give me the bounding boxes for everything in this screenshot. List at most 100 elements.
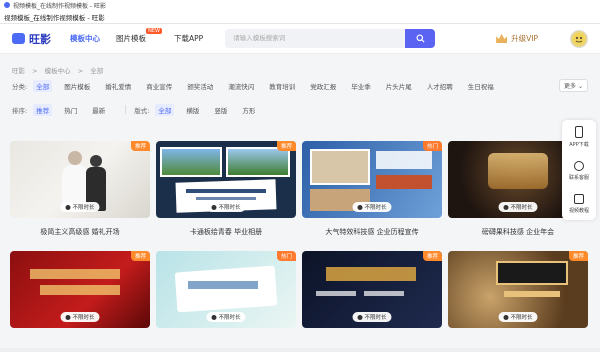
category-option[interactable]: 婚礼爱情 bbox=[102, 80, 134, 92]
top-header: 旺影 模板中心 图片模板 NEW 下载APP 请输入模板搜索词 升级VIP bbox=[0, 24, 600, 54]
user-avatar[interactable] bbox=[570, 29, 588, 48]
more-categories-button[interactable]: 更多 ⌄ bbox=[559, 79, 588, 92]
sort-option[interactable]: 热门 bbox=[61, 104, 80, 116]
divider bbox=[125, 105, 127, 114]
template-thumbnail[interactable]: 推荐 不限时长 bbox=[156, 141, 296, 218]
duration-badge: 不限时长 bbox=[352, 202, 392, 212]
template-card[interactable]: 推荐 不限时长 极简主义高级感 婚礼开场 bbox=[10, 141, 150, 237]
sidebar-item-app-download[interactable]: APP下载 bbox=[569, 126, 589, 148]
template-thumbnail[interactable]: 推荐 不限时长 bbox=[448, 251, 588, 328]
floating-sidebar: APP下载 联系客服 视频教程 bbox=[562, 120, 596, 220]
category-option[interactable]: 党政汇报 bbox=[307, 80, 339, 92]
breadcrumb-home[interactable]: 旺影 bbox=[12, 67, 25, 75]
template-card[interactable]: 推荐 不限时长 卡通板绘青春 毕业相册 bbox=[156, 141, 296, 237]
template-card[interactable]: 推荐 不限时长 bbox=[448, 251, 588, 337]
breadcrumb-sep: > bbox=[77, 67, 84, 75]
template-thumbnail[interactable]: 推荐 不限时长 bbox=[10, 251, 150, 328]
play-icon bbox=[357, 204, 363, 210]
category-option[interactable]: 商业宣传 bbox=[143, 80, 175, 92]
search-button[interactable] bbox=[405, 29, 436, 48]
template-title[interactable]: 大气特效科技感 企业历程宣传 bbox=[302, 227, 442, 237]
style-option[interactable]: 竖版 bbox=[211, 104, 230, 116]
duration-label: 不限时长 bbox=[218, 205, 241, 211]
template-thumbnail[interactable]: 推荐 不限时长 bbox=[10, 141, 150, 218]
duration-label: 不限时长 bbox=[72, 315, 95, 321]
nav-image-template[interactable]: 图片模板 NEW bbox=[116, 28, 162, 44]
nav-download-app[interactable]: 下载APP bbox=[174, 33, 203, 44]
sidebar-item-label: APP下载 bbox=[569, 142, 589, 148]
template-card[interactable]: 热门 不限时长 大气特效科技感 企业历程宣传 bbox=[302, 141, 442, 237]
new-badge: NEW bbox=[146, 28, 162, 34]
sidebar-item-label: 视频教程 bbox=[568, 208, 589, 214]
template-card[interactable]: 推荐 不限时长 bbox=[302, 251, 442, 337]
duration-badge: 不限时长 bbox=[60, 312, 100, 322]
breadcrumb-current: 全部 bbox=[90, 67, 104, 75]
duration-badge: 不限时长 bbox=[206, 202, 246, 212]
play-icon bbox=[65, 314, 71, 320]
category-filter: 分类: 全部 图片模板 婚礼爱情 商业宣传 颁奖活动 潮流快闪 教育培训 党政汇… bbox=[0, 76, 600, 93]
style-label: 版式: bbox=[134, 106, 150, 115]
sort-option[interactable]: 推荐 bbox=[33, 103, 53, 116]
headset-icon bbox=[573, 161, 584, 171]
play-icon bbox=[211, 314, 217, 320]
nav-image-template-label: 图片模板 bbox=[116, 34, 146, 43]
search-input[interactable]: 请输入模板搜索词 bbox=[225, 29, 406, 48]
duration-label: 不限时长 bbox=[510, 315, 533, 321]
search-bar: 请输入模板搜索词 bbox=[225, 29, 436, 48]
style-option[interactable]: 横版 bbox=[183, 104, 202, 116]
category-option[interactable]: 潮流快闪 bbox=[225, 80, 257, 92]
hot-tag: 热门 bbox=[422, 141, 442, 151]
sort-option[interactable]: 最新 bbox=[89, 104, 108, 116]
template-card[interactable]: 热门 不限时长 bbox=[156, 251, 296, 337]
category-option[interactable]: 颁奖活动 bbox=[184, 80, 216, 92]
category-option[interactable]: 毕业季 bbox=[348, 80, 374, 92]
app-logo-icon bbox=[4, 2, 10, 8]
category-option[interactable]: 全部 bbox=[33, 79, 53, 92]
window-title-bar: 视频模板_在线制作视频模板 - 旺影 bbox=[0, 0, 600, 10]
chevron-down-icon: ⌄ bbox=[577, 83, 583, 90]
nav-template-center[interactable]: 模板中心 bbox=[70, 33, 100, 44]
category-option[interactable]: 图片模板 bbox=[61, 80, 93, 92]
duration-label: 不限时长 bbox=[72, 205, 95, 211]
main-nav: 模板中心 图片模板 NEW 下载APP bbox=[70, 28, 203, 44]
duration-label: 不限时长 bbox=[364, 205, 387, 211]
sidebar-item-customer-service[interactable]: 联系客服 bbox=[569, 161, 589, 181]
sort-filter: 排序: 推荐 热门 最新 版式: 全部 横版 竖版 方形 bbox=[0, 101, 600, 118]
video-play-icon bbox=[573, 194, 584, 204]
style-option[interactable]: 方形 bbox=[239, 104, 258, 116]
play-icon bbox=[357, 314, 363, 320]
brand-logo[interactable]: 旺影 bbox=[12, 31, 70, 47]
browser-tab[interactable]: 视频模板_在线制作视频模板 - 旺影 bbox=[4, 12, 105, 22]
category-option[interactable]: 片头片尾 bbox=[383, 80, 415, 92]
template-thumbnail[interactable]: 推荐 不限时长 bbox=[302, 251, 442, 328]
template-card[interactable]: 推荐 不限时长 bbox=[10, 251, 150, 337]
nav-template-center-label: 模板中心 bbox=[70, 34, 100, 43]
category-option[interactable]: 人才招聘 bbox=[424, 80, 456, 92]
duration-badge: 不限时长 bbox=[498, 202, 538, 212]
avatar-icon bbox=[573, 32, 585, 45]
template-title[interactable]: 卡通板绘青春 毕业相册 bbox=[156, 227, 296, 237]
breadcrumb-sep: > bbox=[32, 67, 38, 75]
recommend-tag: 推荐 bbox=[130, 251, 150, 261]
template-title[interactable]: 极简主义高级感 婚礼开场 bbox=[10, 227, 150, 237]
duration-label: 不限时长 bbox=[364, 315, 387, 321]
breadcrumb-template-center[interactable]: 模板中心 bbox=[45, 67, 71, 75]
status-bar bbox=[0, 348, 600, 352]
template-thumbnail[interactable]: 热门 不限时长 bbox=[302, 141, 442, 218]
sidebar-item-video-tutorial[interactable]: 视频教程 bbox=[569, 194, 589, 214]
phone-icon bbox=[574, 126, 583, 138]
upgrade-vip-button[interactable]: 升级VIP bbox=[496, 33, 538, 44]
duration-label: 不限时长 bbox=[218, 315, 241, 321]
template-thumbnail[interactable]: 热门 不限时长 bbox=[156, 251, 296, 328]
category-label: 分类: bbox=[12, 82, 28, 91]
template-title[interactable]: 磅礴果科技感 企业年会 bbox=[448, 227, 588, 237]
duration-badge: 不限时长 bbox=[352, 312, 392, 322]
style-option[interactable]: 全部 bbox=[155, 103, 175, 116]
search-icon bbox=[416, 34, 425, 43]
category-option[interactable]: 教育培训 bbox=[266, 80, 298, 92]
nav-download-app-label: 下载APP bbox=[174, 34, 204, 43]
sidebar-item-label: 联系客服 bbox=[568, 175, 589, 181]
category-option[interactable]: 生日祝福 bbox=[465, 80, 497, 92]
hot-tag: 热门 bbox=[276, 251, 296, 261]
crown-icon bbox=[496, 34, 508, 43]
